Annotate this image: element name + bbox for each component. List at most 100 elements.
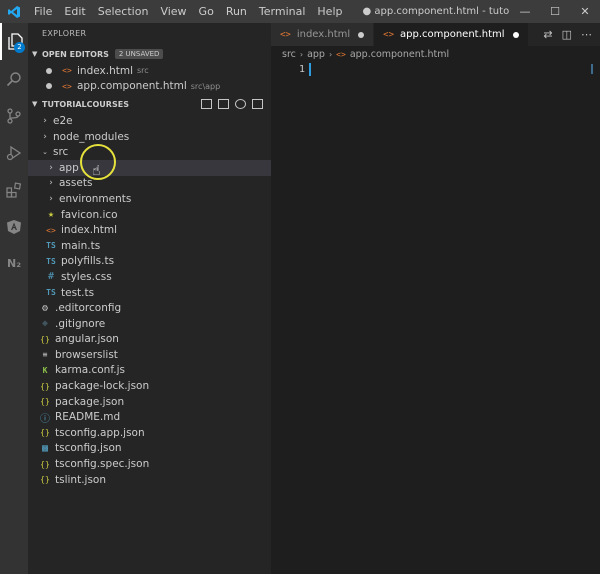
split-editor-icon[interactable]: ◫ [562, 28, 572, 41]
chevron-right-icon: › [299, 49, 304, 59]
tree-folder-e2e[interactable]: › e2e [28, 113, 271, 129]
menu-edit[interactable]: Edit [58, 0, 91, 23]
unsaved-dot-icon[interactable] [46, 67, 52, 74]
unsaved-dot-icon[interactable] [512, 31, 519, 38]
project-label: TUTORIALCOURSES [42, 99, 129, 109]
tree-item-label: karma.conf.js [55, 364, 125, 377]
tree-folder-src[interactable]: ⌄ src [28, 144, 271, 160]
tab-app-component-html[interactable]: <> app.component.html [374, 23, 529, 46]
title-bar: File Edit Selection View Go Run Terminal… [0, 0, 600, 23]
tree-file-tsconfig-spec[interactable]: {} tsconfig.spec.json [28, 456, 271, 472]
tree-item-label: styles.css [61, 270, 112, 283]
open-changes-icon[interactable]: ⇄ [543, 28, 552, 41]
tree-item-label: tsconfig.spec.json [55, 458, 150, 471]
tree-file-tsconfig[interactable]: ▩ tsconfig.json [28, 441, 271, 457]
tree-folder-assets[interactable]: › assets [28, 176, 271, 192]
close-icon[interactable]: ✕ [570, 0, 600, 23]
tree-file-readme[interactable]: ⓘ README.md [28, 409, 271, 425]
open-editors-label: OPEN EDITORS [42, 49, 109, 59]
tree-file-package-lock[interactable]: {} package-lock.json [28, 378, 271, 394]
refresh-icon[interactable] [235, 99, 246, 110]
sidebar-title: EXPLORER [42, 29, 87, 38]
tree-item-label: README.md [55, 411, 121, 424]
typescript-file-icon: TS [46, 256, 56, 266]
open-editors-header[interactable]: ▼ OPEN EDITORS 2 UNSAVED [28, 45, 271, 63]
tree-file-angular-json[interactable]: {} angular.json [28, 332, 271, 348]
menu-help[interactable]: Help [311, 0, 348, 23]
tree-file-favicon[interactable]: ★ favicon.ico [28, 207, 271, 223]
tree-file-main-ts[interactable]: TS main.ts [28, 238, 271, 254]
html-file-icon: <> [62, 81, 72, 91]
tree-file-test-ts[interactable]: TS test.ts [28, 285, 271, 301]
maximize-icon[interactable]: ☐ [540, 0, 570, 23]
open-editor-item[interactable]: <> app.component.html src\app [28, 79, 271, 95]
scrollbar-marker[interactable] [591, 64, 593, 74]
collapse-all-icon[interactable] [252, 99, 263, 110]
karma-icon: K [42, 365, 48, 375]
line-number: 1 [299, 64, 306, 75]
tree-file-browserslist[interactable]: ≡ browserslist [28, 347, 271, 363]
breadcrumb-item[interactable]: src [282, 49, 296, 60]
menu-run[interactable]: Run [220, 0, 253, 23]
tree-item-label: environments [59, 192, 132, 205]
tree-item-label: assets [59, 177, 93, 190]
explorer-button[interactable]: 2 [0, 23, 28, 60]
menu-terminal[interactable]: Terminal [253, 0, 312, 23]
open-editor-name: index.html [77, 64, 133, 77]
nx-icon: N₂ [6, 257, 22, 270]
tree-folder-environments[interactable]: › environments [28, 191, 271, 207]
project-header[interactable]: ▼ TUTORIALCOURSES [28, 95, 271, 113]
run-debug-button[interactable] [0, 134, 28, 171]
tree-file-polyfills-ts[interactable]: TS polyfills.ts [28, 254, 271, 270]
chevron-right-icon: › [49, 178, 53, 189]
tree-folder-app[interactable]: › app [28, 159, 271, 176]
menu-file[interactable]: File [28, 0, 58, 23]
chevron-right-icon: › [43, 115, 47, 126]
new-file-icon[interactable] [201, 99, 212, 110]
chevron-right-icon: › [49, 193, 53, 204]
menu-selection[interactable]: Selection [92, 0, 155, 23]
tree-file-karma-conf[interactable]: K karma.conf.js [28, 363, 271, 379]
json-file-icon: {} [40, 459, 50, 469]
unsaved-dot-icon[interactable] [358, 31, 365, 38]
vscode-logo-icon [0, 0, 28, 23]
new-folder-icon[interactable] [218, 99, 229, 110]
gear-icon: ⚙ [41, 302, 49, 314]
breadcrumb-item[interactable]: app [307, 49, 325, 60]
file-tree: › e2e › node_modules ⌄ src › app › asset… [28, 113, 271, 487]
tree-file-package-json[interactable]: {} package.json [28, 394, 271, 410]
tab-index-html[interactable]: <> index.html [271, 23, 375, 46]
tree-file-index-html[interactable]: <> index.html [28, 222, 271, 238]
tree-file-tsconfig-app[interactable]: {} tsconfig.app.json [28, 425, 271, 441]
json-file-icon: {} [40, 334, 50, 344]
html-file-icon: <> [383, 29, 395, 40]
code-editor[interactable]: 1 [271, 62, 600, 574]
unsaved-dot-icon[interactable] [46, 83, 52, 90]
minimize-icon[interactable]: — [510, 0, 540, 23]
tree-item-label: src [53, 146, 69, 159]
tree-file-gitignore[interactable]: ◆ .gitignore [28, 316, 271, 332]
tree-file-styles-css[interactable]: # styles.css [28, 269, 271, 285]
chevron-right-icon: › [328, 49, 333, 59]
source-control-button[interactable] [0, 97, 28, 134]
open-editor-item[interactable]: <> index.html src [28, 63, 271, 79]
json-file-icon: {} [40, 381, 50, 391]
tree-file-editorconfig[interactable]: ⚙ .editorconfig [28, 300, 271, 316]
chevron-down-icon: ▼ [32, 50, 38, 58]
run-debug-icon [6, 145, 22, 160]
window-title: ● app.component.html - tutorialCourses -… [362, 6, 510, 17]
menu-bar: File Edit Selection View Go Run Terminal… [28, 0, 348, 23]
search-button[interactable] [0, 60, 28, 97]
angular-button[interactable] [0, 208, 28, 245]
more-actions-icon[interactable]: ⋯ [581, 28, 592, 41]
tab-label: app.component.html [400, 29, 505, 40]
breadcrumb-item[interactable]: app.component.html [350, 49, 449, 60]
menu-view[interactable]: View [154, 0, 192, 23]
extensions-button[interactable] [0, 171, 28, 208]
tree-folder-node-modules[interactable]: › node_modules [28, 129, 271, 145]
nx-button[interactable]: N₂ [0, 245, 28, 282]
chevron-right-icon: › [43, 131, 47, 142]
tree-file-tslint[interactable]: {} tslint.json [28, 472, 271, 488]
menu-go[interactable]: Go [193, 0, 220, 23]
tree-item-label: tsconfig.json [55, 442, 122, 455]
